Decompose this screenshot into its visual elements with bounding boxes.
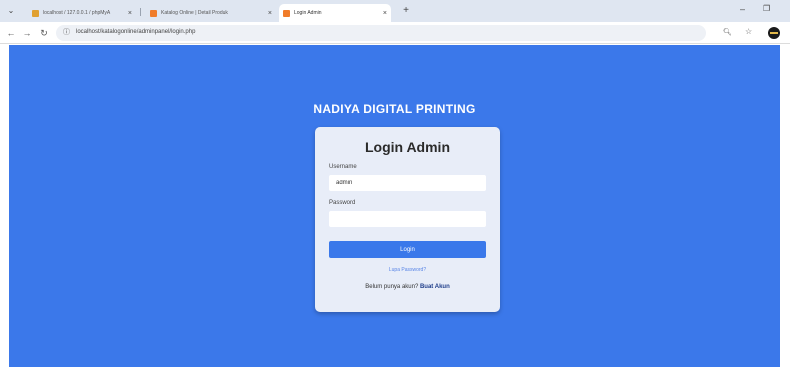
tab-separator [140, 8, 141, 16]
register-prompt: Belum punya akun? Buat Akun [315, 284, 500, 290]
password-label: Password [329, 200, 356, 206]
tab-bar: ⌄ localhost / 127.0.0.1 / phpMyA × Katal… [0, 0, 790, 22]
reload-icon[interactable]: ↻ [38, 27, 50, 39]
login-title: Login Admin [364, 139, 451, 155]
tab-login-admin[interactable]: Login Admin × [279, 4, 391, 22]
site-info-icon[interactable]: ⓘ [63, 27, 70, 37]
tab-search-icon[interactable]: ⌄ [5, 5, 17, 17]
tab-title: Login Admin [294, 10, 322, 16]
tab-title: localhost / 127.0.0.1 / phpMyA [43, 10, 111, 16]
tab-title: Katalog Online | Detail Produk [161, 10, 228, 16]
phpmyadmin-icon [32, 9, 39, 17]
password-input[interactable] [329, 211, 486, 227]
navigation-bar: ← → ↻ ⓘ localhost/katalogonline/adminpan… [0, 22, 790, 44]
page-icon [150, 9, 157, 17]
back-arrow-icon[interactable]: ← [5, 27, 17, 39]
forgot-password-link[interactable]: Lupa Password? [315, 267, 500, 273]
address-bar[interactable]: ⓘ localhost/katalogonline/adminpanel/log… [56, 25, 706, 41]
tab-detail-produk[interactable]: Katalog Online | Detail Produk × [146, 4, 276, 22]
browser-window: ⌄ localhost / 127.0.0.1 / phpMyA × Katal… [0, 0, 790, 367]
login-card: Login Admin Username Password Login Lupa… [315, 127, 500, 312]
brand-title: NADIYA DIGITAL PRINTING [313, 102, 476, 116]
create-account-link[interactable]: Buat Akun [420, 284, 450, 290]
page-icon [283, 9, 290, 17]
forward-arrow-icon[interactable]: → [21, 27, 33, 39]
close-icon[interactable]: × [128, 10, 132, 17]
restore-icon[interactable]: ❐ [763, 4, 770, 13]
minimize-icon[interactable]: – [740, 4, 745, 14]
url-text[interactable]: localhost/katalogonline/adminpanel/login… [76, 29, 195, 35]
zoom-icon[interactable]: 🔍︎ [723, 28, 732, 36]
page-content: NADIYA DIGITAL PRINTING Login Admin User… [9, 45, 780, 367]
new-tab-icon[interactable]: + [400, 5, 412, 17]
profile-avatar-icon[interactable] [768, 27, 780, 39]
bookmark-star-icon[interactable]: ☆ [745, 27, 752, 36]
close-icon[interactable]: × [268, 10, 272, 17]
register-prompt-text: Belum punya akun? [365, 284, 419, 290]
login-button[interactable]: Login [329, 241, 486, 258]
tab-phpmyadmin[interactable]: localhost / 127.0.0.1 / phpMyA × [28, 4, 136, 22]
close-icon[interactable]: × [383, 10, 387, 17]
username-input[interactable] [329, 175, 486, 191]
username-label: Username [329, 164, 357, 170]
